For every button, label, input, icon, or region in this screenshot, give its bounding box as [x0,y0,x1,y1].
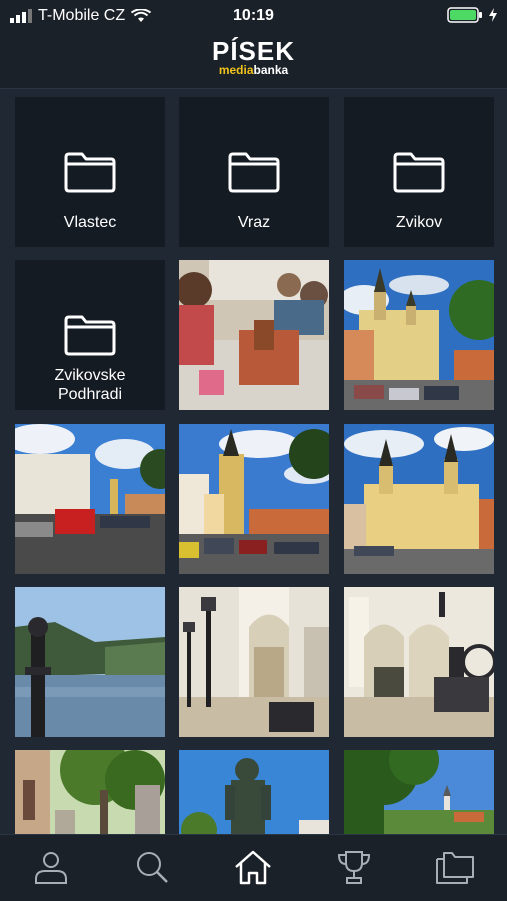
photo-street-with-cars[interactable] [15,424,165,574]
photo-image [179,260,329,410]
photo-museum-hall-machine[interactable] [344,587,494,737]
trophy-icon [337,851,371,884]
photo-town-hall-square[interactable] [344,260,494,410]
photo-museum-hall-lamps[interactable] [179,587,329,737]
clock: 10:19 [233,7,274,24]
photo-image [344,424,494,574]
tab-trophy[interactable] [330,843,378,891]
battery-icon [447,7,482,23]
photo-town-hall-facade[interactable] [344,424,494,574]
folder-icon [64,315,116,356]
home-icon [235,850,271,885]
photo-trees-landscape[interactable] [344,750,494,834]
tab-search[interactable] [128,843,176,891]
folder-tile-vraz[interactable]: Vraz [179,97,329,247]
photo-garden-sculpture[interactable] [15,750,165,834]
profile-icon [35,852,67,884]
photo-image [15,750,165,834]
folder-icon [64,152,116,193]
logo-subtitle-banka: banka [253,63,289,77]
photo-square-with-tower[interactable] [179,424,329,574]
media-grid: Vlastec Vraz Zvikov Zvikovske Podhradi [0,88,507,834]
logo-subtitle-media: media [218,63,254,77]
folder-label: Vlastec [63,214,117,231]
status-bar: T-Mobile CZ 10:19 [0,0,507,32]
app-header: PÍSEK mediabanka [0,32,507,89]
photo-children-with-model[interactable] [179,260,329,410]
folder-label: Vraz [237,214,271,231]
photo-statue[interactable] [179,750,329,834]
photo-image [179,424,329,574]
photo-image [179,750,329,834]
app-logo: PÍSEK mediabanka [0,38,507,77]
photo-image [344,587,494,737]
photo-image [179,587,329,737]
photo-image [15,424,165,574]
folder-icon [393,152,445,193]
folder-tile-zvikovske-podhradi[interactable]: Zvikovske Podhradi [15,260,165,410]
tab-home[interactable] [229,843,277,891]
folder-label: Zvikovske Podhradi [54,367,126,403]
folder-label: Zvikov [395,214,443,231]
logo-subtitle: mediabanka [0,64,507,77]
search-icon [137,852,168,883]
gallery-icon [436,852,474,884]
tab-profile[interactable] [27,843,75,891]
photo-image [344,260,494,410]
photo-river-landscape[interactable] [15,587,165,737]
logo-title: PÍSEK [211,36,296,66]
folder-tile-zvikov[interactable]: Zvikov [344,97,494,247]
tab-bar [0,834,507,901]
tab-gallery[interactable] [431,843,479,891]
charging-icon [489,8,497,22]
photo-image [344,750,494,834]
folder-icon [228,152,280,193]
photo-image [15,587,165,737]
folder-tile-vlastec[interactable]: Vlastec [15,97,165,247]
